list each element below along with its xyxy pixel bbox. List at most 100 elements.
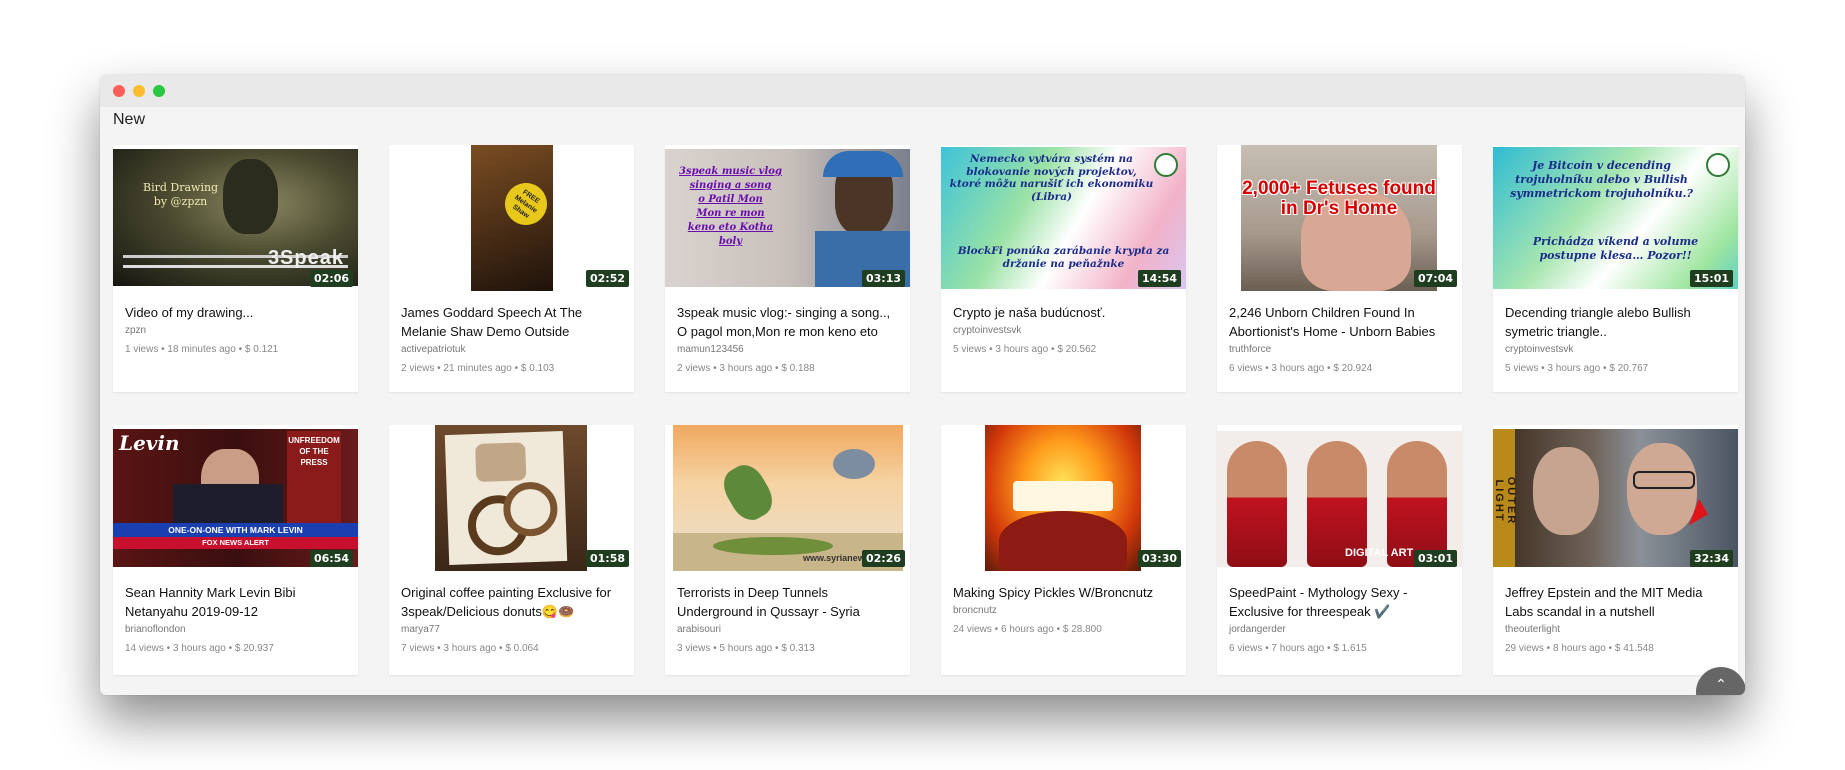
video-thumbnail[interactable]: Levin UNFREEDOM OF THE PRESS ONE-ON-ONE … bbox=[113, 425, 358, 571]
video-author[interactable]: broncnutz bbox=[953, 605, 1174, 616]
video-views: 2 views bbox=[401, 363, 435, 374]
video-card[interactable]: DIGITAL ART 03:01 SpeedPaint - Mythology… bbox=[1217, 425, 1462, 675]
video-title[interactable]: James Goddard Speech At The Melanie Shaw… bbox=[401, 303, 622, 341]
video-payout: $ 41.548 bbox=[1614, 643, 1654, 654]
video-card[interactable]: FREE Melanie Shaw 02:52 James Goddard Sp… bbox=[389, 145, 634, 392]
thumbnail-caption: 3speak music vlog singing a song o Patil… bbox=[679, 166, 782, 247]
video-duration: 32:34 bbox=[1689, 550, 1733, 567]
video-author[interactable]: cryptoinvestsvk bbox=[1505, 344, 1726, 355]
video-duration: 02:26 bbox=[861, 550, 905, 567]
thumbnail-caption: DIGITAL ART bbox=[1345, 547, 1414, 559]
video-author[interactable]: truthforce bbox=[1229, 344, 1450, 355]
video-title[interactable]: Jeffrey Epstein and the MIT Media Labs s… bbox=[1505, 583, 1726, 621]
video-duration: 06:54 bbox=[309, 550, 353, 567]
video-thumbnail[interactable]: www.syrianews.cc 02:26 bbox=[665, 425, 910, 571]
video-title[interactable]: SpeedPaint - Mythology Sexy - Exclusive … bbox=[1229, 583, 1450, 621]
video-payout: $ 1.615 bbox=[1333, 643, 1367, 654]
chevron-up-icon: ⌃ bbox=[1715, 676, 1727, 692]
video-thumbnail[interactable]: 03:30 bbox=[941, 425, 1186, 571]
maximize-window-button[interactable] bbox=[153, 85, 165, 97]
video-duration: 14:54 bbox=[1137, 270, 1181, 287]
video-duration: 15:01 bbox=[1689, 270, 1733, 287]
video-duration: 02:06 bbox=[309, 270, 353, 287]
video-thumbnail[interactable]: DIGITAL ART 03:01 bbox=[1217, 425, 1462, 571]
video-meta: 3 views • 5 hours ago • $ 0.313 bbox=[677, 643, 815, 654]
video-duration: 03:13 bbox=[861, 270, 905, 287]
video-title[interactable]: Terrorists in Deep Tunnels Underground i… bbox=[677, 583, 898, 621]
video-payout: $ 20.924 bbox=[1333, 363, 1373, 374]
video-title[interactable]: Crypto je naša budúcnosť. bbox=[953, 303, 1174, 322]
video-views: 5 views bbox=[1505, 363, 1539, 374]
video-card[interactable]: Bird Drawing by @zpzn 3Speak 02:06 Video… bbox=[113, 145, 358, 392]
video-payout: $ 20.562 bbox=[1057, 344, 1097, 355]
video-age: 5 hours ago bbox=[719, 643, 773, 654]
video-thumbnail[interactable]: Nemecko vytvára systém na blokovanie nov… bbox=[941, 145, 1186, 291]
video-author[interactable]: mamun123456 bbox=[677, 344, 898, 355]
video-title[interactable]: 3speak music vlog:- singing a song.., O … bbox=[677, 303, 898, 341]
video-age: 21 minutes ago bbox=[443, 363, 512, 374]
video-views: 3 views bbox=[677, 643, 711, 654]
thumbnail-caption: ONE-ON-ONE WITH MARK LEVIN bbox=[113, 523, 358, 537]
video-views: 7 views bbox=[401, 643, 435, 654]
video-duration: 02:52 bbox=[585, 270, 629, 287]
video-title[interactable]: 2,246 Unborn Children Found In Abortioni… bbox=[1229, 303, 1450, 341]
video-payout: $ 0.121 bbox=[244, 344, 279, 355]
close-window-button[interactable] bbox=[113, 85, 125, 97]
thumbnail-caption: Je Bitcoin v decending trojuholníku aleb… bbox=[1510, 159, 1693, 200]
thumbnail-logo: 3Speak bbox=[267, 247, 344, 269]
video-title[interactable]: Decending triangle alebo Bullish symetri… bbox=[1505, 303, 1726, 341]
video-card[interactable]: 3speak music vlog singing a song o Patil… bbox=[665, 145, 910, 392]
video-author[interactable]: theouterlight bbox=[1505, 624, 1726, 635]
video-duration: 01:58 bbox=[585, 550, 629, 567]
video-meta: 24 views • 6 hours ago • $ 28.800 bbox=[953, 624, 1102, 635]
video-meta: 2 views • 3 hours ago • $ 0.188 bbox=[677, 363, 815, 374]
video-card[interactable]: 01:58 Original coffee painting Exclusive… bbox=[389, 425, 634, 675]
video-title[interactable]: Video of my drawing... bbox=[125, 303, 346, 322]
video-author[interactable]: marya77 bbox=[401, 624, 622, 635]
video-card[interactable]: Je Bitcoin v decending trojuholníku aleb… bbox=[1493, 145, 1738, 392]
video-author[interactable]: jordangerder bbox=[1229, 624, 1450, 635]
video-thumbnail[interactable]: FREE Melanie Shaw 02:52 bbox=[389, 145, 634, 291]
video-author[interactable]: zpzn bbox=[125, 325, 346, 336]
video-thumbnail[interactable]: Je Bitcoin v decending trojuholníku aleb… bbox=[1493, 145, 1738, 291]
video-thumbnail[interactable]: OUTER LIGHT 32:34 bbox=[1493, 425, 1738, 571]
video-card[interactable]: Levin UNFREEDOM OF THE PRESS ONE-ON-ONE … bbox=[113, 425, 358, 675]
video-author[interactable]: cryptoinvestsvk bbox=[953, 325, 1174, 336]
video-author[interactable]: brianoflondon bbox=[125, 624, 346, 635]
video-duration: 07:04 bbox=[1413, 270, 1457, 287]
video-thumbnail[interactable]: Bird Drawing by @zpzn 3Speak 02:06 bbox=[113, 145, 358, 291]
video-card[interactable]: 03:30 Making Spicy Pickles W/Broncnutz b… bbox=[941, 425, 1186, 675]
video-title[interactable]: Sean Hannity Mark Levin Bibi Netanyahu 2… bbox=[125, 583, 346, 621]
video-views: 1 views bbox=[125, 344, 159, 355]
app-window: New Bird Drawing by @zpzn 3Speak 02:06 V… bbox=[100, 75, 1745, 695]
video-thumbnail[interactable]: 01:58 bbox=[389, 425, 634, 571]
video-views: 29 views bbox=[1505, 643, 1544, 654]
video-views: 2 views bbox=[677, 363, 711, 374]
video-age: 7 hours ago bbox=[1271, 643, 1325, 654]
video-views: 24 views bbox=[953, 624, 992, 635]
window-titlebar bbox=[100, 75, 1745, 107]
video-author[interactable]: activepatriotuk bbox=[401, 344, 622, 355]
thumbnail-logo: Levin bbox=[119, 431, 180, 455]
video-payout: $ 0.103 bbox=[520, 363, 555, 374]
video-thumbnail[interactable]: 3speak music vlog singing a song o Patil… bbox=[665, 145, 910, 291]
thumbnail-caption: OUTER LIGHT bbox=[1493, 476, 1517, 526]
video-card[interactable]: www.syrianews.cc 02:26 Terrorists in Dee… bbox=[665, 425, 910, 675]
video-card[interactable]: Nemecko vytvára systém na blokovanie nov… bbox=[941, 145, 1186, 392]
video-thumbnail[interactable]: 2,000+ Fetuses found in Dr's Home 07:04 bbox=[1217, 145, 1462, 291]
video-author[interactable]: arabisouri bbox=[677, 624, 898, 635]
video-meta: 14 views • 3 hours ago • $ 20.937 bbox=[125, 643, 274, 654]
video-title[interactable]: Original coffee painting Exclusive for 3… bbox=[401, 583, 622, 621]
crypto-invest-logo-icon bbox=[1706, 153, 1730, 177]
video-card[interactable]: OUTER LIGHT 32:34 Jeffrey Epstein and th… bbox=[1493, 425, 1738, 675]
video-payout: $ 28.800 bbox=[1062, 624, 1102, 635]
video-card[interactable]: 2,000+ Fetuses found in Dr's Home 07:04 … bbox=[1217, 145, 1462, 392]
video-payout: $ 0.313 bbox=[781, 643, 815, 654]
minimize-window-button[interactable] bbox=[133, 85, 145, 97]
video-title[interactable]: Making Spicy Pickles W/Broncnutz bbox=[953, 583, 1174, 602]
video-meta: 6 views • 7 hours ago • $ 1.615 bbox=[1229, 643, 1367, 654]
video-meta: 2 views • 21 minutes ago • $ 0.103 bbox=[401, 363, 555, 374]
thumbnail-caption: Nemecko vytvára systém na blokovanie nov… bbox=[949, 153, 1154, 203]
thumbnail-caption-2: Prichádza víkend a volume postupne klesa… bbox=[1532, 235, 1699, 262]
thumbnail-caption-2: BlockFi ponúka zarábanie krypta za držan… bbox=[957, 245, 1170, 270]
